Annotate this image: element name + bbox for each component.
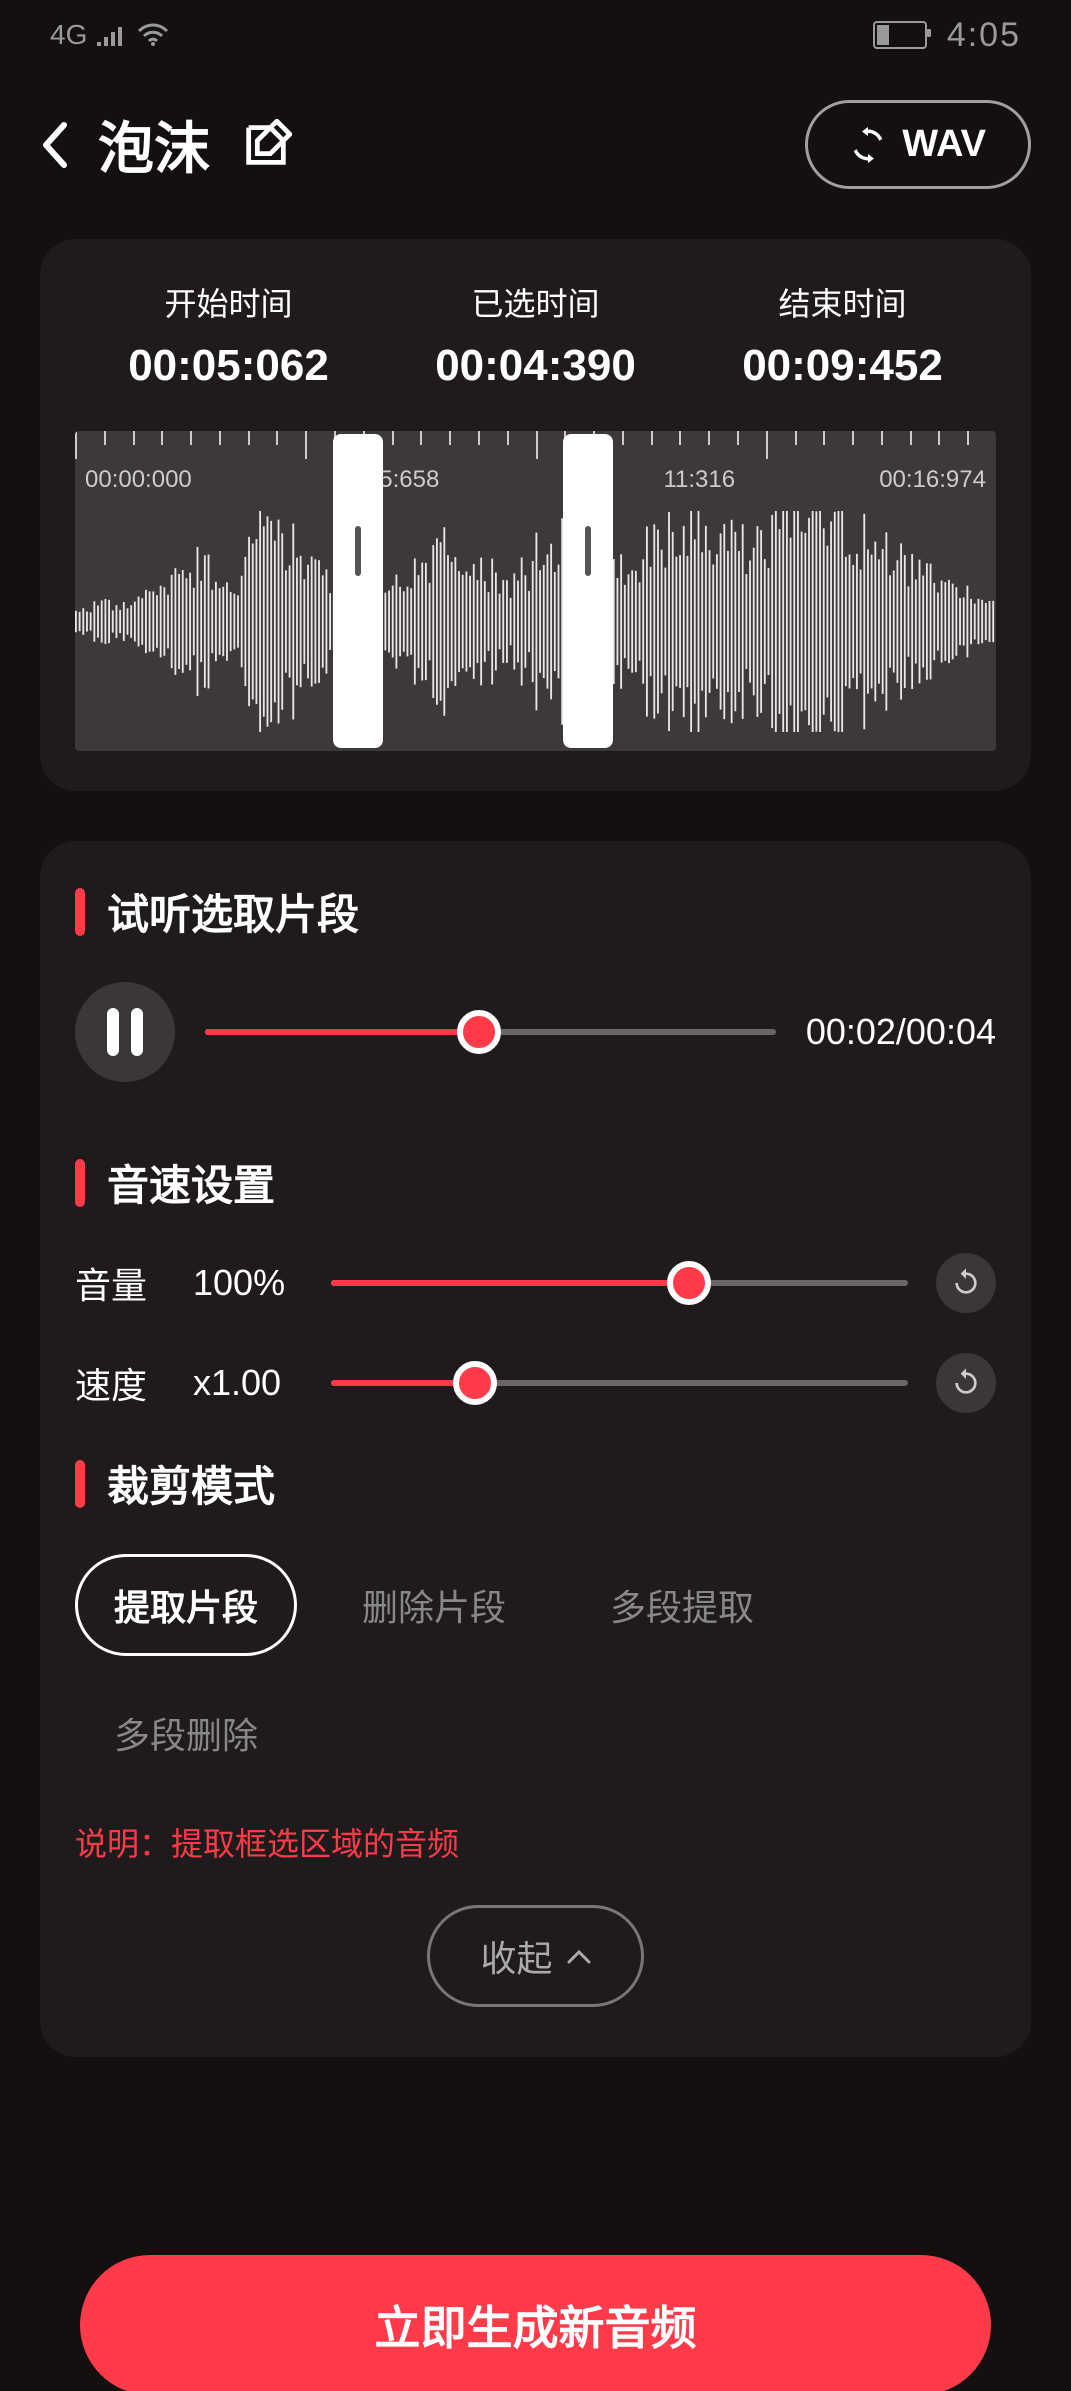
preview-section-title: 试听选取片段	[75, 881, 996, 942]
mode-option[interactable]: 多段提取	[571, 1554, 793, 1656]
generate-button[interactable]: 立即生成新音频	[80, 2255, 991, 2391]
mode-option[interactable]: 提取片段	[75, 1554, 297, 1656]
page-title: 泡沫	[98, 104, 210, 185]
collapse-button[interactable]: 收起	[427, 1905, 643, 2007]
selected-time-value: 00:04:390	[382, 341, 689, 391]
format-label: WAV	[902, 123, 986, 166]
waveform-svg	[75, 511, 996, 732]
pause-button[interactable]	[75, 982, 175, 1082]
start-time-value: 00:05:062	[75, 341, 382, 391]
preview-time: 00:02/00:04	[806, 1011, 996, 1053]
volume-slider[interactable]	[331, 1263, 908, 1303]
speed-reset-button[interactable]	[936, 1353, 996, 1413]
reset-icon	[950, 1367, 982, 1399]
speed-value: x1.00	[193, 1362, 303, 1404]
wifi-icon	[137, 23, 169, 47]
ruler-tick: 00:16:974	[879, 466, 986, 494]
clock: 4:05	[947, 16, 1021, 55]
speed-slider[interactable]	[331, 1363, 908, 1403]
back-button[interactable]	[40, 121, 68, 169]
mode-option[interactable]: 多段删除	[75, 1682, 297, 1784]
chevron-up-icon	[567, 1948, 591, 1964]
ruler-tick: 11:316	[663, 466, 735, 494]
waveform-editor[interactable]: 00:00:000 0:05:658 11:316 00:16:974	[75, 431, 996, 751]
settings-card: 试听选取片段 00:02/00:04 音速设置 音量 100% 速度 x1.00	[40, 841, 1031, 2057]
waveform-card: 开始时间 00:05:062 已选时间 00:04:390 结束时间 00:09…	[40, 239, 1031, 791]
mode-section-title: 裁剪模式	[75, 1453, 996, 1514]
end-time-label: 结束时间	[689, 279, 996, 325]
speed-section-title: 音速设置	[75, 1152, 996, 1213]
trim-handle-left[interactable]	[333, 434, 383, 748]
end-time-value: 00:09:452	[689, 341, 996, 391]
preview-progress[interactable]	[205, 1012, 776, 1052]
trim-handle-right[interactable]	[563, 434, 613, 748]
refresh-icon	[850, 127, 886, 163]
format-button[interactable]: WAV	[805, 100, 1031, 189]
mode-note: 说明：提取框选区域的音频	[75, 1819, 996, 1865]
signal-icon	[97, 24, 127, 46]
speed-label: 速度	[75, 1357, 165, 1409]
battery-icon	[873, 21, 927, 49]
ruler-tick: 00:00:000	[85, 466, 192, 494]
selected-time-label: 已选时间	[382, 279, 689, 325]
edit-icon[interactable]	[240, 119, 292, 171]
start-time-label: 开始时间	[75, 279, 382, 325]
network-indicator: 4G	[50, 19, 87, 51]
volume-label: 音量	[75, 1257, 165, 1309]
mode-option[interactable]: 删除片段	[323, 1554, 545, 1656]
volume-reset-button[interactable]	[936, 1253, 996, 1313]
reset-icon	[950, 1267, 982, 1299]
volume-value: 100%	[193, 1262, 303, 1304]
pause-icon	[107, 1008, 143, 1056]
